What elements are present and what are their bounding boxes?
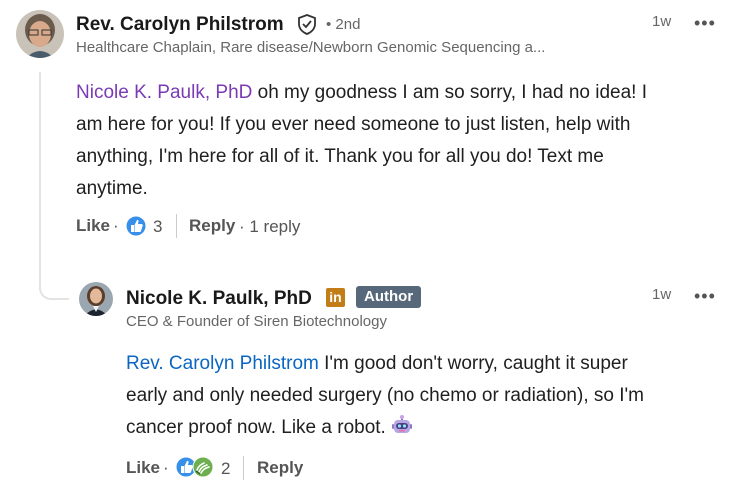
reply-button[interactable]: Reply [189, 216, 235, 236]
reply-text-line: cancer proof now. Like a robot. [126, 417, 392, 438]
reply-timestamp: 1w [652, 286, 672, 303]
thread-elbow [39, 282, 69, 300]
avatar[interactable] [16, 10, 64, 58]
reply-text-line: early and only needed surgery (no chemo … [126, 385, 644, 406]
reaction-count[interactable]: 3 [153, 217, 162, 237]
author-badge: Author [356, 286, 422, 308]
action-divider [176, 214, 177, 238]
avatar[interactable] [79, 282, 113, 316]
reply-author-headline: CEO & Founder of Siren Biotechnology [126, 313, 387, 330]
mention-link[interactable]: Nicole K. Paulk, PhD [76, 82, 252, 103]
robot-emoji [391, 415, 413, 437]
more-options-icon[interactable]: ••• [694, 14, 716, 32]
comment-text-line: oh my goodness I am so sorry, I had no i… [252, 82, 647, 103]
mention-link[interactable]: Rev. Carolyn Philstrom [126, 353, 319, 374]
like-button[interactable]: Like [126, 458, 160, 478]
linkedin-premium-icon: in [326, 288, 345, 307]
comment-text: Nicole K. Paulk, PhD oh my goodness I am… [76, 77, 716, 205]
connection-degree: • 2nd [326, 16, 361, 33]
comment-timestamp: 1w [652, 13, 672, 30]
comment-text-line: anything, I'm here for all of it. Thank … [76, 146, 604, 167]
comment-text-line: am here for you! If you ever need someon… [76, 114, 631, 135]
reply-text-line: I'm good don't worry, caught it super [318, 353, 628, 374]
separator-dot: · [113, 216, 119, 235]
action-divider [243, 456, 244, 480]
separator-dot: · [163, 458, 169, 477]
like-button[interactable]: Like [76, 216, 110, 236]
thread-line [39, 72, 41, 290]
replies-count-link[interactable]: · 1 reply [239, 217, 300, 237]
reaction-count[interactable]: 2 [221, 459, 230, 479]
support-reaction-icon [192, 456, 214, 478]
more-options-icon[interactable]: ••• [694, 287, 716, 305]
verified-shield-icon [296, 13, 318, 35]
reply-button[interactable]: Reply [257, 458, 303, 478]
reply-text: Rev. Carolyn Philstrom I'm good don't wo… [126, 348, 721, 444]
comment-author-headline: Healthcare Chaplain, Rare disease/Newbor… [76, 39, 546, 56]
comment-text-line: anytime. [76, 178, 148, 199]
reply-author-name[interactable]: Nicole K. Paulk, PhD [126, 288, 312, 310]
like-reaction-icon [125, 215, 147, 237]
comment-author-name[interactable]: Rev. Carolyn Philstrom [76, 14, 284, 36]
